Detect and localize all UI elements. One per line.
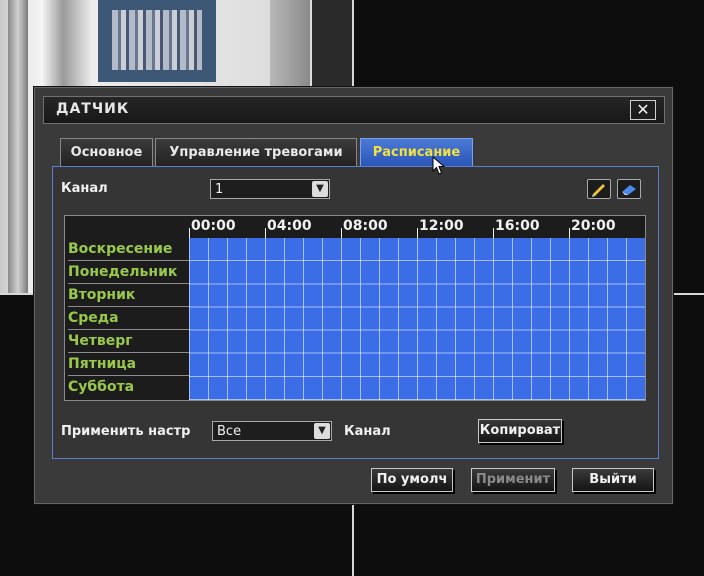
apply-to-label: Применить настр <box>61 424 191 439</box>
day-label: Вторник <box>68 284 189 307</box>
day-label: Четверг <box>68 330 189 353</box>
tab-alarm-control[interactable]: Управление тревогами <box>155 138 357 166</box>
day-label: Суббота <box>68 379 135 395</box>
day-label: Пятница <box>68 353 189 376</box>
hour-label: 16:00 <box>495 218 540 234</box>
apply-to-select-value: Все <box>217 424 242 439</box>
hour-tick <box>493 228 494 238</box>
tab-general[interactable]: Основное <box>60 138 153 166</box>
schedule-cells[interactable] <box>189 238 645 400</box>
hour-label: 12:00 <box>419 218 464 234</box>
channel-label: Канал <box>61 181 108 196</box>
close-icon[interactable]: ✕ <box>630 100 656 120</box>
apply-button[interactable]: Применит <box>471 468 555 492</box>
mouse-cursor-icon <box>432 156 446 175</box>
schedule-grid: 00:00 04:00 08:00 12:00 16:00 20:00 Воск… <box>64 215 646 401</box>
eraser-icon[interactable] <box>617 179 641 199</box>
apply-to-suffix: Канал <box>344 424 391 439</box>
day-label: Воскресение <box>68 238 189 261</box>
days-column: Воскресение Понедельник Вторник Среда Че… <box>65 238 189 400</box>
channel-select[interactable]: 1 ▼ <box>210 179 330 199</box>
schedule-panel: Канал 1 ▼ 00:00 04:00 08:00 12:00 16:00 … <box>52 166 659 459</box>
chevron-down-icon: ▼ <box>312 181 328 197</box>
apply-to-select[interactable]: Все ▼ <box>212 421 332 441</box>
camera-shelf-items <box>112 10 202 70</box>
hour-label: 00:00 <box>191 218 236 234</box>
pencil-icon[interactable] <box>587 179 611 199</box>
day-label: Среда <box>68 307 189 330</box>
hours-header: 00:00 04:00 08:00 12:00 16:00 20:00 <box>65 216 645 238</box>
hour-tick <box>417 228 418 238</box>
hour-tick <box>569 228 570 238</box>
hour-tick <box>341 228 342 238</box>
hour-tick <box>189 228 190 238</box>
exit-button[interactable]: Выйти <box>572 468 654 492</box>
hour-label: 20:00 <box>571 218 616 234</box>
default-button[interactable]: По умолч <box>371 468 453 492</box>
hour-label: 08:00 <box>343 218 388 234</box>
channel-select-value: 1 <box>215 182 224 197</box>
hour-label: 04:00 <box>267 218 312 234</box>
camera-door <box>8 0 28 293</box>
hour-tick <box>265 228 266 238</box>
title-bar: ДАТЧИК ✕ <box>43 96 665 124</box>
chevron-down-icon: ▼ <box>314 423 330 439</box>
dialog-title: ДАТЧИК <box>56 101 130 117</box>
tab-schedule[interactable]: Расписание <box>360 138 473 166</box>
copy-button[interactable]: Копироват <box>478 419 562 443</box>
sensor-dialog: ДАТЧИК ✕ Основное Управление тревогами Р… <box>34 87 673 504</box>
day-label: Понедельник <box>68 261 189 284</box>
